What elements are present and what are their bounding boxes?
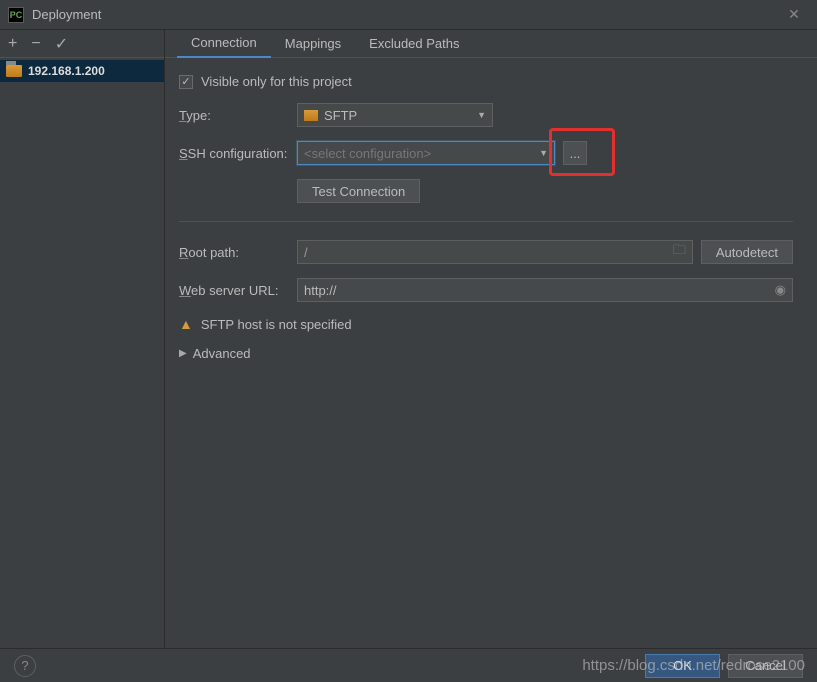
chevron-down-icon: ▼: [539, 148, 548, 158]
chevron-down-icon: ▼: [477, 110, 486, 120]
help-button[interactable]: ?: [14, 655, 36, 677]
footer: ? OK Cancel: [0, 648, 817, 682]
tab-excluded-paths[interactable]: Excluded Paths: [355, 30, 473, 58]
remove-icon[interactable]: −: [31, 35, 40, 53]
type-row: Type: SFTP ▼: [179, 103, 793, 127]
folder-icon[interactable]: 🗀: [673, 241, 686, 263]
web-url-row: Web server URL: http:// ◉: [179, 278, 793, 302]
titlebar: PC Deployment ✕: [0, 0, 817, 30]
sidebar-toolbar: + − ✓: [0, 30, 164, 58]
app-icon: PC: [8, 7, 24, 23]
warning-row: ▲ SFTP host is not specified: [179, 316, 793, 332]
type-select[interactable]: SFTP ▼: [297, 103, 493, 127]
add-icon[interactable]: +: [8, 35, 17, 53]
warning-icon: ▲: [179, 316, 193, 332]
advanced-label: Advanced: [193, 346, 251, 361]
root-path-input[interactable]: / 🗀: [297, 240, 693, 264]
ssh-placeholder: <select configuration>: [304, 146, 431, 161]
cancel-button[interactable]: Cancel: [728, 654, 803, 678]
divider: [179, 221, 793, 222]
tab-connection[interactable]: Connection: [177, 30, 271, 58]
server-list-item[interactable]: 192.168.1.200: [0, 60, 164, 82]
ssh-row: SSH configuration: <select configuration…: [179, 141, 793, 165]
web-url-input[interactable]: http:// ◉: [297, 278, 793, 302]
visible-only-checkbox[interactable]: ✓: [179, 75, 193, 89]
main-area: + − ✓ 192.168.1.200 Connection Mappings …: [0, 30, 817, 648]
ssh-configuration-select[interactable]: <select configuration> ▼: [297, 141, 555, 165]
warning-text: SFTP host is not specified: [201, 317, 352, 332]
content-panel: Connection Mappings Excluded Paths ✓ Vis…: [165, 30, 817, 648]
root-path-row: Root path: / 🗀 Autodetect: [179, 240, 793, 264]
test-connection-button[interactable]: Test Connection: [297, 179, 420, 203]
tabs-bar: Connection Mappings Excluded Paths: [165, 30, 817, 58]
sidebar: + − ✓ 192.168.1.200: [0, 30, 165, 648]
test-connection-row: Test Connection: [179, 179, 793, 203]
web-url-label: Web server URL:: [179, 283, 289, 298]
close-icon[interactable]: ✕: [779, 0, 809, 30]
ok-button[interactable]: OK: [645, 654, 720, 678]
check-icon[interactable]: ✓: [55, 34, 68, 54]
root-path-label: Root path:: [179, 245, 289, 260]
form: ✓ Visible only for this project Type: SF…: [165, 58, 817, 377]
server-label: 192.168.1.200: [28, 64, 105, 78]
advanced-toggle[interactable]: ▶ Advanced: [179, 346, 793, 361]
ssh-label: SSH configuration:: [179, 146, 289, 161]
sftp-server-icon: [6, 65, 22, 77]
tab-mappings[interactable]: Mappings: [271, 30, 355, 58]
chevron-right-icon: ▶: [179, 348, 187, 359]
globe-icon[interactable]: ◉: [775, 282, 786, 298]
type-label: Type:: [179, 108, 289, 123]
sftp-icon: [304, 110, 318, 121]
visible-only-row: ✓ Visible only for this project: [179, 74, 793, 89]
autodetect-button[interactable]: Autodetect: [701, 240, 793, 264]
ssh-browse-button[interactable]: ...: [563, 141, 587, 165]
type-value: SFTP: [324, 108, 357, 123]
window-title: Deployment: [32, 7, 779, 22]
visible-only-label: Visible only for this project: [201, 74, 352, 89]
